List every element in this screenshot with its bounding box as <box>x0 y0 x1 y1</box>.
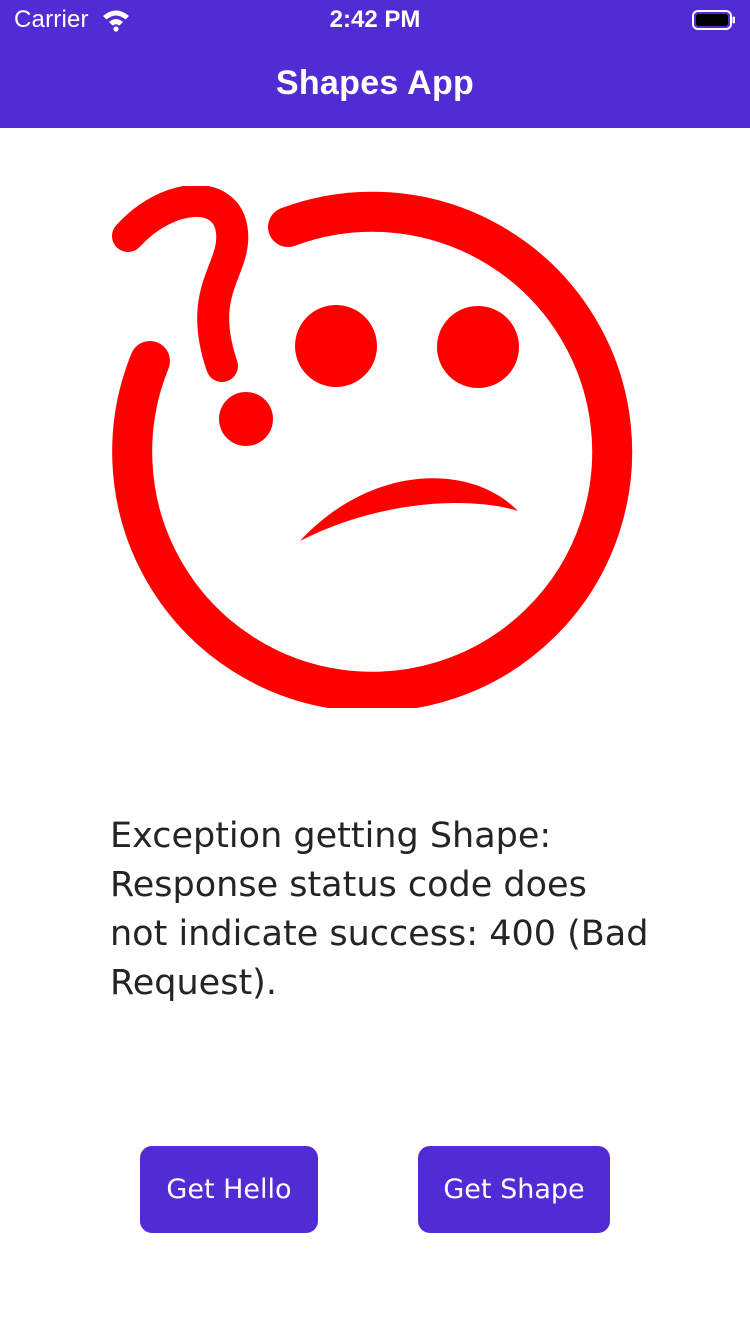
status-time: 2:42 PM <box>329 6 421 33</box>
get-hello-button[interactable]: Get Hello <box>140 1146 318 1233</box>
battery-icon <box>692 9 736 30</box>
get-shape-button[interactable]: Get Shape <box>418 1146 610 1233</box>
app-header: Carrier 2:42 PM Shapes App <box>0 0 750 128</box>
error-message: Exception getting Shape: Response status… <box>110 816 649 1003</box>
page-title: Shapes App <box>275 64 475 102</box>
confused-face-image <box>112 186 638 708</box>
confused-sad-face-icon <box>112 186 633 708</box>
status-bar: Carrier 2:42 PM <box>0 0 750 40</box>
